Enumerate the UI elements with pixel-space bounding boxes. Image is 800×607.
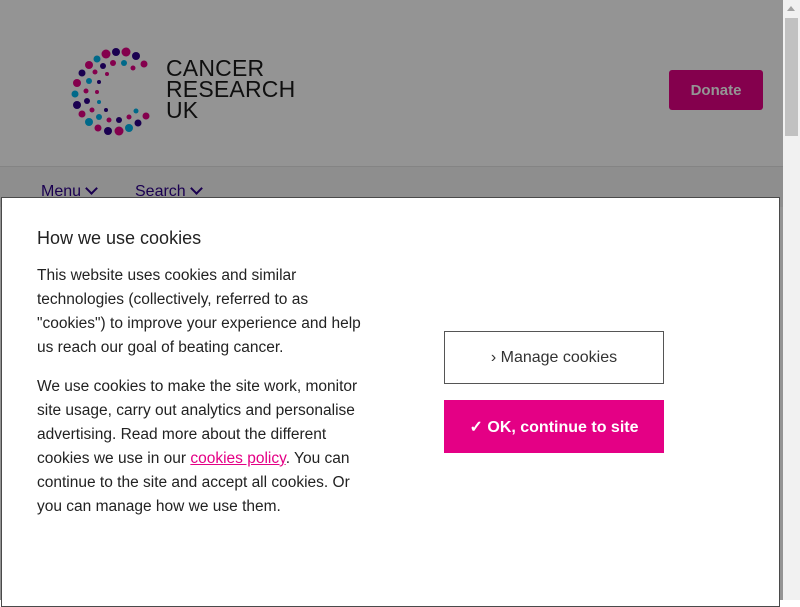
accept-cookies-button[interactable]: ✓ OK, continue to site: [444, 400, 664, 453]
cookies-policy-link[interactable]: cookies policy: [190, 450, 285, 467]
page-scrollbar[interactable]: [783, 0, 800, 600]
scroll-up-arrow-icon[interactable]: [783, 0, 800, 17]
cookie-dialog-title: How we use cookies: [37, 228, 202, 248]
cookie-intro-text: This website uses cookies and similar te…: [37, 267, 361, 356]
manage-cookies-button[interactable]: › Manage cookies: [444, 331, 664, 384]
cookie-details-text: We use cookies to make the site work, mo…: [37, 375, 367, 519]
cookie-consent-dialog: How we use cookies This website uses coo…: [1, 197, 780, 607]
scrollbar-thumb[interactable]: [785, 18, 798, 136]
